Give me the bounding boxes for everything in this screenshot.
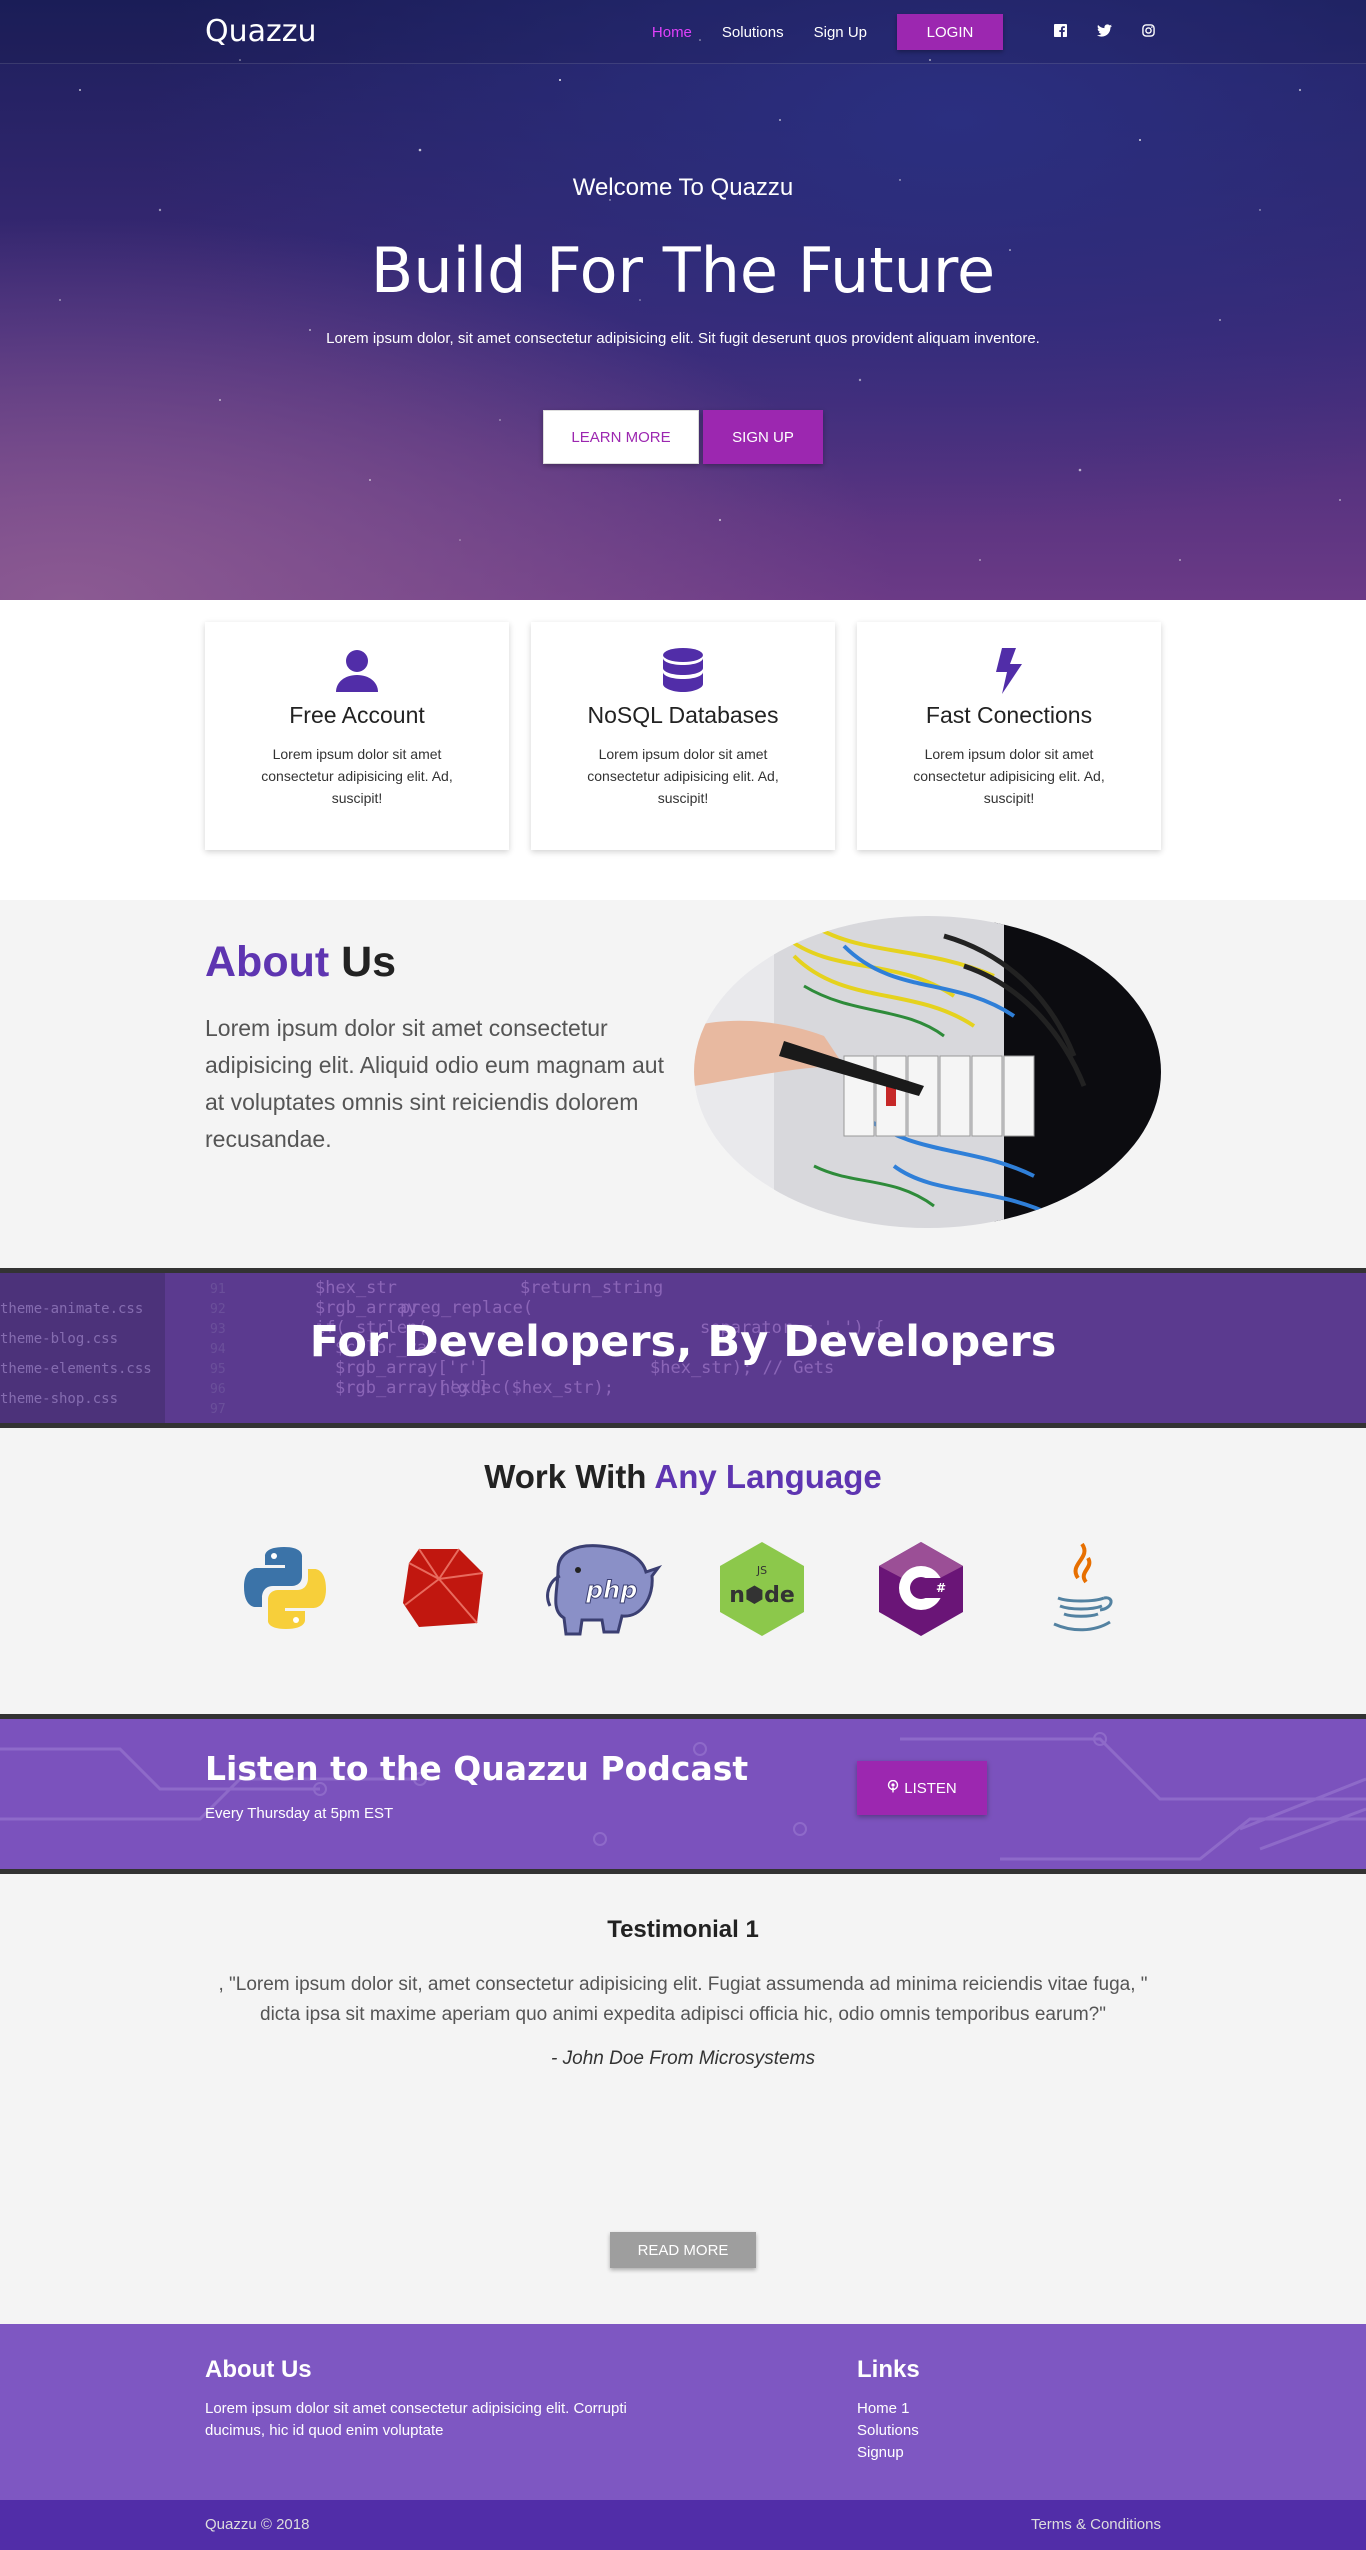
svg-text:96: 96 <box>210 1382 226 1397</box>
java-logo-icon <box>1000 1538 1159 1638</box>
podcast-title: Listen to the Quazzu Podcast <box>205 1749 749 1788</box>
svg-text:91: 91 <box>210 1282 226 1297</box>
feature-text: Lorem ipsum dolor sit amet consectetur a… <box>261 746 453 806</box>
feature-text: Lorem ipsum dolor sit amet consectetur a… <box>587 746 779 806</box>
listen-button-label: LISTEN <box>904 1779 957 1797</box>
hero-sign-up-button[interactable]: SIGN UP <box>703 410 823 464</box>
languages-title-start: Work With <box>484 1458 647 1495</box>
footer-about-title: About Us <box>205 2356 312 2383</box>
svg-text:php: php <box>585 1576 637 1604</box>
hero-buttons: LEARN MORE SIGN UP <box>0 410 1366 464</box>
terms-link[interactable]: Terms & Conditions <box>1031 2516 1161 2533</box>
developers-banner-title: For Developers, By Developers <box>309 1317 1057 1367</box>
testimonial-author: - John Doe From Microsystems <box>551 2048 815 2069</box>
svg-text:97: 97 <box>210 1402 226 1417</box>
feature-title: NoSQL Databases <box>587 702 779 728</box>
testimonial-quote: , "Lorem ipsum dolor sit, amet consectet… <box>218 1974 1148 2025</box>
footer-links-title: Links <box>857 2356 920 2383</box>
about-title-accent: About <box>205 938 330 986</box>
feature-title: Fast Conections <box>925 702 1093 728</box>
testimonial-title: Testimonial 1 <box>607 1916 759 1943</box>
php-logo-icon: php <box>523 1538 682 1638</box>
bolt-icon <box>857 646 1161 696</box>
footer-link-home[interactable]: Home 1 <box>857 2398 919 2420</box>
hero-subtitle: Welcome To Quazzu <box>572 174 794 201</box>
feature-card-nosql: NoSQL Databases Lorem ipsum dolor sit am… <box>531 622 835 850</box>
svg-text:theme-shop.css: theme-shop.css <box>0 1391 118 1407</box>
svg-text:92: 92 <box>210 1302 226 1317</box>
read-more-button[interactable]: READ MORE <box>610 2232 756 2268</box>
feature-card-free-account: Free Account Lorem ipsum dolor sit amet … <box>205 622 509 850</box>
features-section: Free Account Lorem ipsum dolor sit amet … <box>0 600 1366 900</box>
about-text: Lorem ipsum dolor sit amet consectetur a… <box>205 1015 664 1152</box>
languages-section: Work With Any Language php n⬢de JS # <box>0 1428 1366 1714</box>
ruby-logo-icon <box>364 1538 523 1638</box>
footer-link-signup[interactable]: Signup <box>857 2442 919 2464</box>
listen-button[interactable]: LISTEN <box>857 1761 987 1815</box>
svg-text:$hex_str: $hex_str <box>315 1278 397 1298</box>
svg-text:$return_string: $return_string <box>520 1278 663 1298</box>
podcast-icon <box>887 1779 899 1797</box>
copyright-text: Quazzu © 2018 <box>205 2516 310 2533</box>
footer-link-solutions[interactable]: Solutions <box>857 2420 919 2442</box>
podcast-schedule: Every Thursday at 5pm EST <box>205 1805 394 1822</box>
feature-title: Free Account <box>289 702 425 728</box>
brand-logo[interactable]: Quazzu <box>205 14 317 49</box>
nav-link-solutions[interactable]: Solutions <box>722 24 784 41</box>
footer-links: Home 1 Solutions Signup <box>857 2398 919 2464</box>
about-title: About Us <box>205 938 396 987</box>
svg-text:preg_replace(: preg_replace( <box>400 1298 533 1318</box>
twitter-icon[interactable] <box>1091 24 1117 40</box>
feature-text: Lorem ipsum dolor sit amet consectetur a… <box>913 746 1105 806</box>
bottom-bar: Quazzu © 2018 Terms & Conditions <box>0 2500 1366 2550</box>
hero-title: Build For The Future <box>370 234 996 307</box>
svg-text:n⬢de: n⬢de <box>729 1583 795 1608</box>
nav-link-sign-up[interactable]: Sign Up <box>814 24 867 41</box>
about-title-rest: Us <box>341 938 397 986</box>
instagram-icon[interactable] <box>1135 24 1161 40</box>
podcast-section: Listen to the Quazzu Podcast Every Thurs… <box>0 1714 1366 1874</box>
svg-text:#: # <box>935 1581 945 1595</box>
hero-section: Welcome To Quazzu Build For The Future L… <box>0 0 1366 600</box>
svg-text:hexdec($hex_str);: hexdec($hex_str); <box>440 1378 614 1398</box>
nodejs-logo-icon: n⬢de JS <box>682 1538 841 1638</box>
learn-more-button[interactable]: LEARN MORE <box>543 410 699 464</box>
python-logo-icon <box>205 1538 364 1638</box>
circuit-background-decoration <box>0 1732 1366 1861</box>
feature-card-fast-connections: Fast Conections Lorem ipsum dolor sit am… <box>857 622 1161 850</box>
footer-about-text: Lorem ipsum dolor sit amet consectetur a… <box>205 2400 627 2439</box>
about-section: About Us Lorem ipsum dolor sit amet cons… <box>0 900 1366 1268</box>
footer: About Us Lorem ipsum dolor sit amet cons… <box>0 2324 1366 2500</box>
csharp-logo-icon: # <box>841 1538 1000 1638</box>
testimonial-section: Testimonial 1 , "Lorem ipsum dolor sit, … <box>0 1874 1366 2324</box>
hero-text: Lorem ipsum dolor, sit amet consectetur … <box>326 330 1040 347</box>
navbar: Quazzu Home Solutions Sign Up LOGIN <box>0 0 1366 64</box>
facebook-icon[interactable] <box>1047 24 1073 40</box>
developers-banner: theme-animate.css theme-blog.css theme-e… <box>0 1268 1366 1428</box>
database-icon <box>531 646 835 696</box>
login-button[interactable]: LOGIN <box>897 14 1003 50</box>
nav-link-home[interactable]: Home <box>652 24 692 41</box>
languages-title: Work With Any Language <box>0 1458 1366 1496</box>
svg-text:JS: JS <box>755 1564 766 1577</box>
user-icon <box>205 646 509 696</box>
nav-links: Home Solutions Sign Up LOGIN <box>652 14 1161 50</box>
languages-title-accent: Any Language <box>654 1458 882 1495</box>
svg-text:theme-animate.css: theme-animate.css <box>0 1301 143 1317</box>
about-image-electrical-panel <box>694 916 1161 1228</box>
